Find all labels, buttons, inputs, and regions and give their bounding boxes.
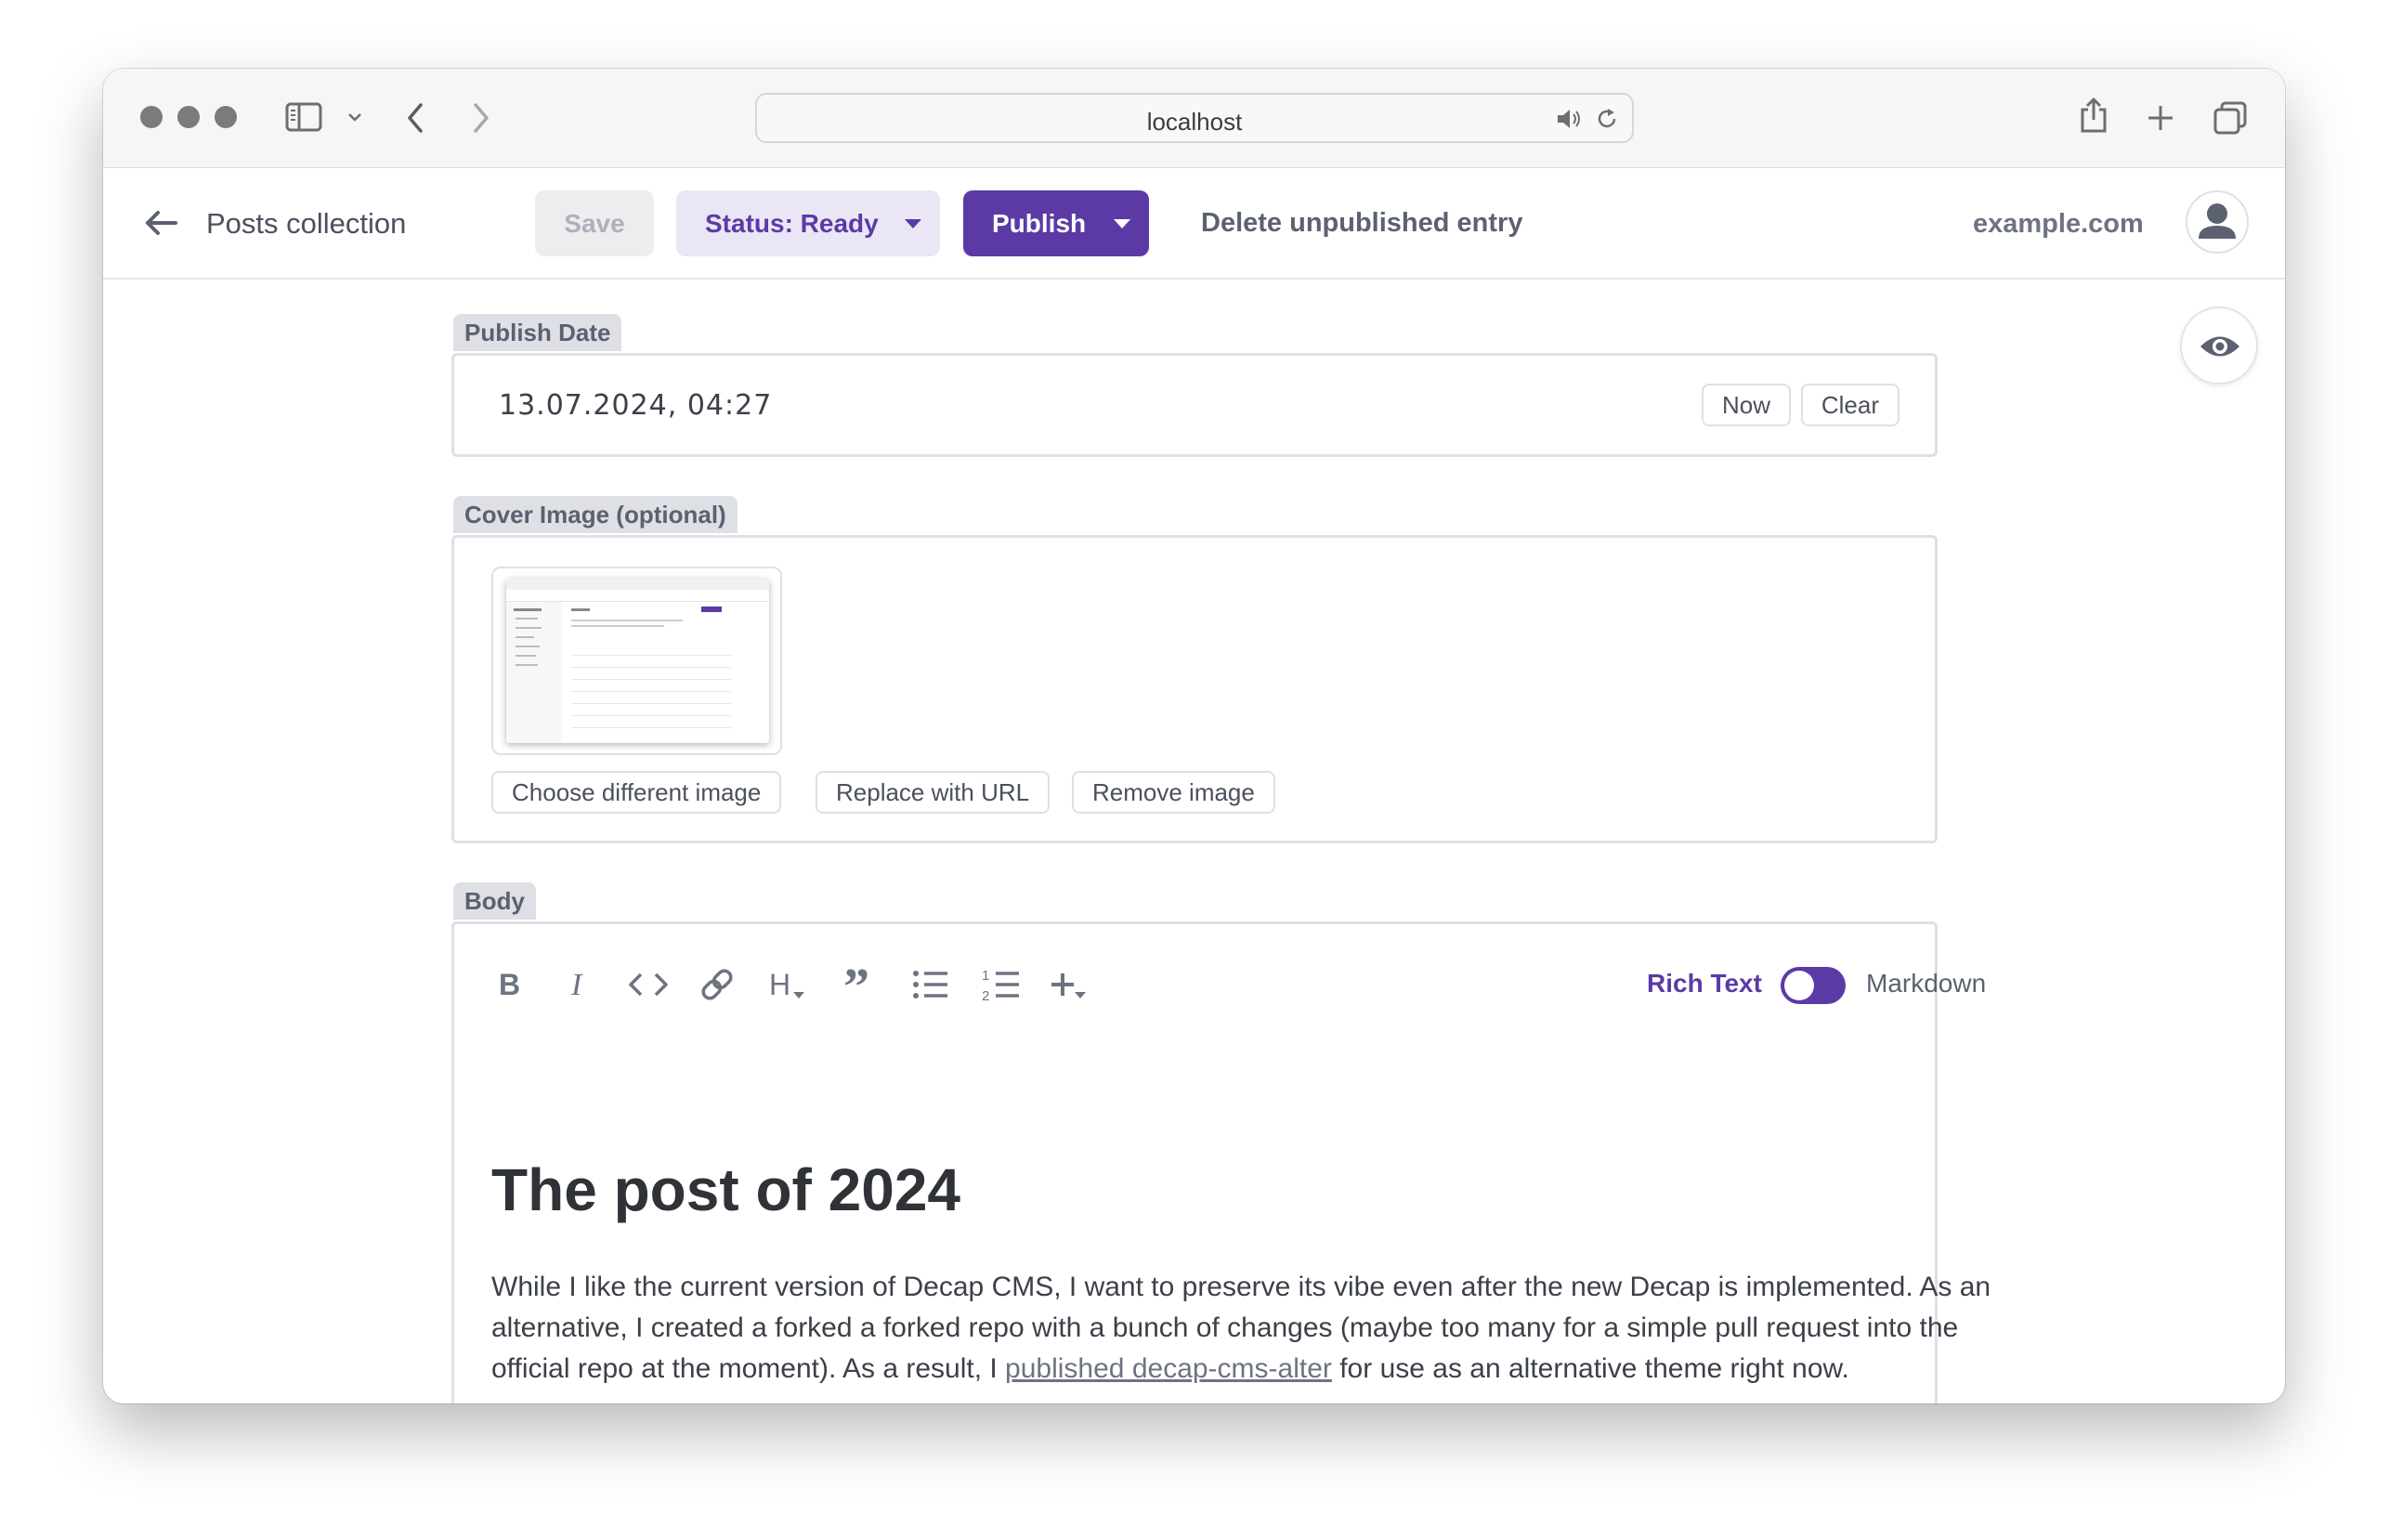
link-icon[interactable] [697,961,738,1008]
heading-icon[interactable]: H [765,961,812,1008]
clear-button[interactable]: Clear [1800,384,1899,426]
preview-toggle-button[interactable] [2180,307,2258,385]
chevron-down-icon[interactable] [347,111,362,123]
remove-image-button[interactable]: Remove image [1072,771,1275,814]
svg-text:B: B [499,968,520,1001]
now-button[interactable]: Now [1701,384,1791,426]
choose-different-image-button[interactable]: Choose different image [491,771,782,814]
delete-unpublished-button[interactable]: Delete unpublished entry [1201,208,1522,239]
italic-icon[interactable]: I [562,961,599,1008]
add-component-icon[interactable] [1050,961,1092,1008]
code-icon[interactable] [626,961,671,1008]
body-toolbar: B I H ” 1 2 Rich Text Markdown [491,961,2015,1008]
svg-text:1: 1 [982,968,989,984]
svg-text:”: ” [843,961,869,1008]
save-button[interactable]: Save [535,190,654,256]
cover-image-label: Cover Image (optional) [453,496,738,533]
rich-text-mode-label[interactable]: Rich Text [1647,969,1762,998]
tabs-icon[interactable] [2213,100,2248,136]
publish-label: Publish [992,208,1087,238]
status-dropdown[interactable]: Status: Ready [676,190,940,256]
cover-image-thumbnail[interactable] [491,567,782,755]
sidebar-icon[interactable] [285,102,322,132]
plus-icon[interactable] [2147,104,2174,132]
editor-mode-toggle[interactable] [1781,967,1846,1004]
forward-arrow-icon[interactable] [472,102,490,134]
svg-text:I: I [570,968,583,1002]
publish-date-field: 13.07.2024, 04:27 Now Clear [451,353,1938,457]
eye-icon [2200,336,2239,357]
body-heading[interactable]: The post of 2024 [491,1155,960,1224]
editor-topbar: Posts collection [103,168,2285,280]
share-icon[interactable] [2078,97,2109,134]
reload-icon[interactable] [1595,107,1619,131]
back-arrow-icon[interactable] [406,102,424,134]
body-paragraph[interactable]: While I like the current version of Deca… [491,1267,2005,1390]
svg-text:H: H [769,968,790,1001]
caret-down-icon [1114,219,1130,228]
publish-dropdown[interactable]: Publish [963,190,1149,256]
minimize-dot[interactable] [177,106,200,128]
replace-with-url-button[interactable]: Replace with URL [816,771,1051,814]
bulleted-list-icon[interactable] [910,961,951,1008]
publish-date-label: Publish Date [453,314,622,351]
quote-icon[interactable]: ” [841,961,881,1008]
svg-text:2: 2 [982,988,989,1004]
status-label: Status: Ready [705,208,879,238]
user-icon [2199,203,2236,239]
avatar[interactable] [2186,190,2249,254]
back-arrow-icon[interactable] [144,210,177,236]
numbered-list-icon[interactable]: 1 2 [980,961,1023,1008]
site-link[interactable]: example.com [1973,209,2144,240]
toggle-knob [1784,971,1814,1000]
publish-date-input[interactable]: 13.07.2024, 04:27 [499,389,772,422]
zoom-dot[interactable] [215,106,237,128]
browser-toolbar: localhost [103,69,2285,168]
decap-cms-alter-link[interactable]: published decap-cms-alter [1005,1353,1332,1384]
cover-image-field: Choose different image Replace with URL … [451,535,1938,843]
body-label: Body [453,882,536,920]
browser-window: localhost Posts collection Save Status: … [103,69,2285,1403]
close-dot[interactable] [140,106,163,128]
speaker-icon[interactable] [1556,108,1584,130]
thumbnail-screenshot [506,579,769,743]
paragraph-text-end: for use as an alternative theme right no… [1331,1353,1849,1384]
markdown-mode-label[interactable]: Markdown [1866,969,1986,998]
bold-icon[interactable]: B [491,961,529,1008]
address-bar[interactable]: localhost [755,93,1634,143]
url-text: localhost [1146,108,1243,136]
caret-down-icon [905,219,921,228]
back-to-collection-link[interactable]: Posts collection [206,207,406,241]
